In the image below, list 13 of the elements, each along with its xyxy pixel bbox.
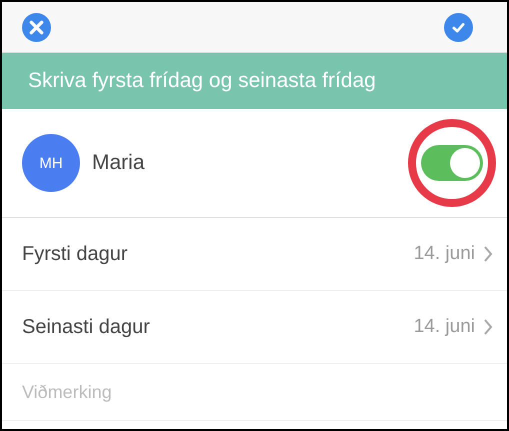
toggle-switch[interactable] bbox=[421, 145, 483, 181]
row-value: 14. juni bbox=[414, 243, 475, 265]
row-value: 14. juni bbox=[414, 316, 475, 338]
date-row[interactable]: Fyrsti dagur 14. juni bbox=[2, 218, 507, 291]
confirm-button[interactable] bbox=[444, 12, 473, 42]
chevron-icon bbox=[483, 245, 493, 263]
banner-title: Skriva fyrsta frídag og seinasta frídag bbox=[28, 69, 376, 93]
row-label: Seinasti dagur bbox=[22, 316, 151, 338]
person-name: Maria bbox=[92, 151, 146, 175]
avatar: MH bbox=[22, 134, 80, 192]
chevron-icon bbox=[483, 318, 493, 336]
close-button[interactable] bbox=[22, 12, 51, 42]
row-label: Fyrsti dagur bbox=[22, 242, 129, 266]
